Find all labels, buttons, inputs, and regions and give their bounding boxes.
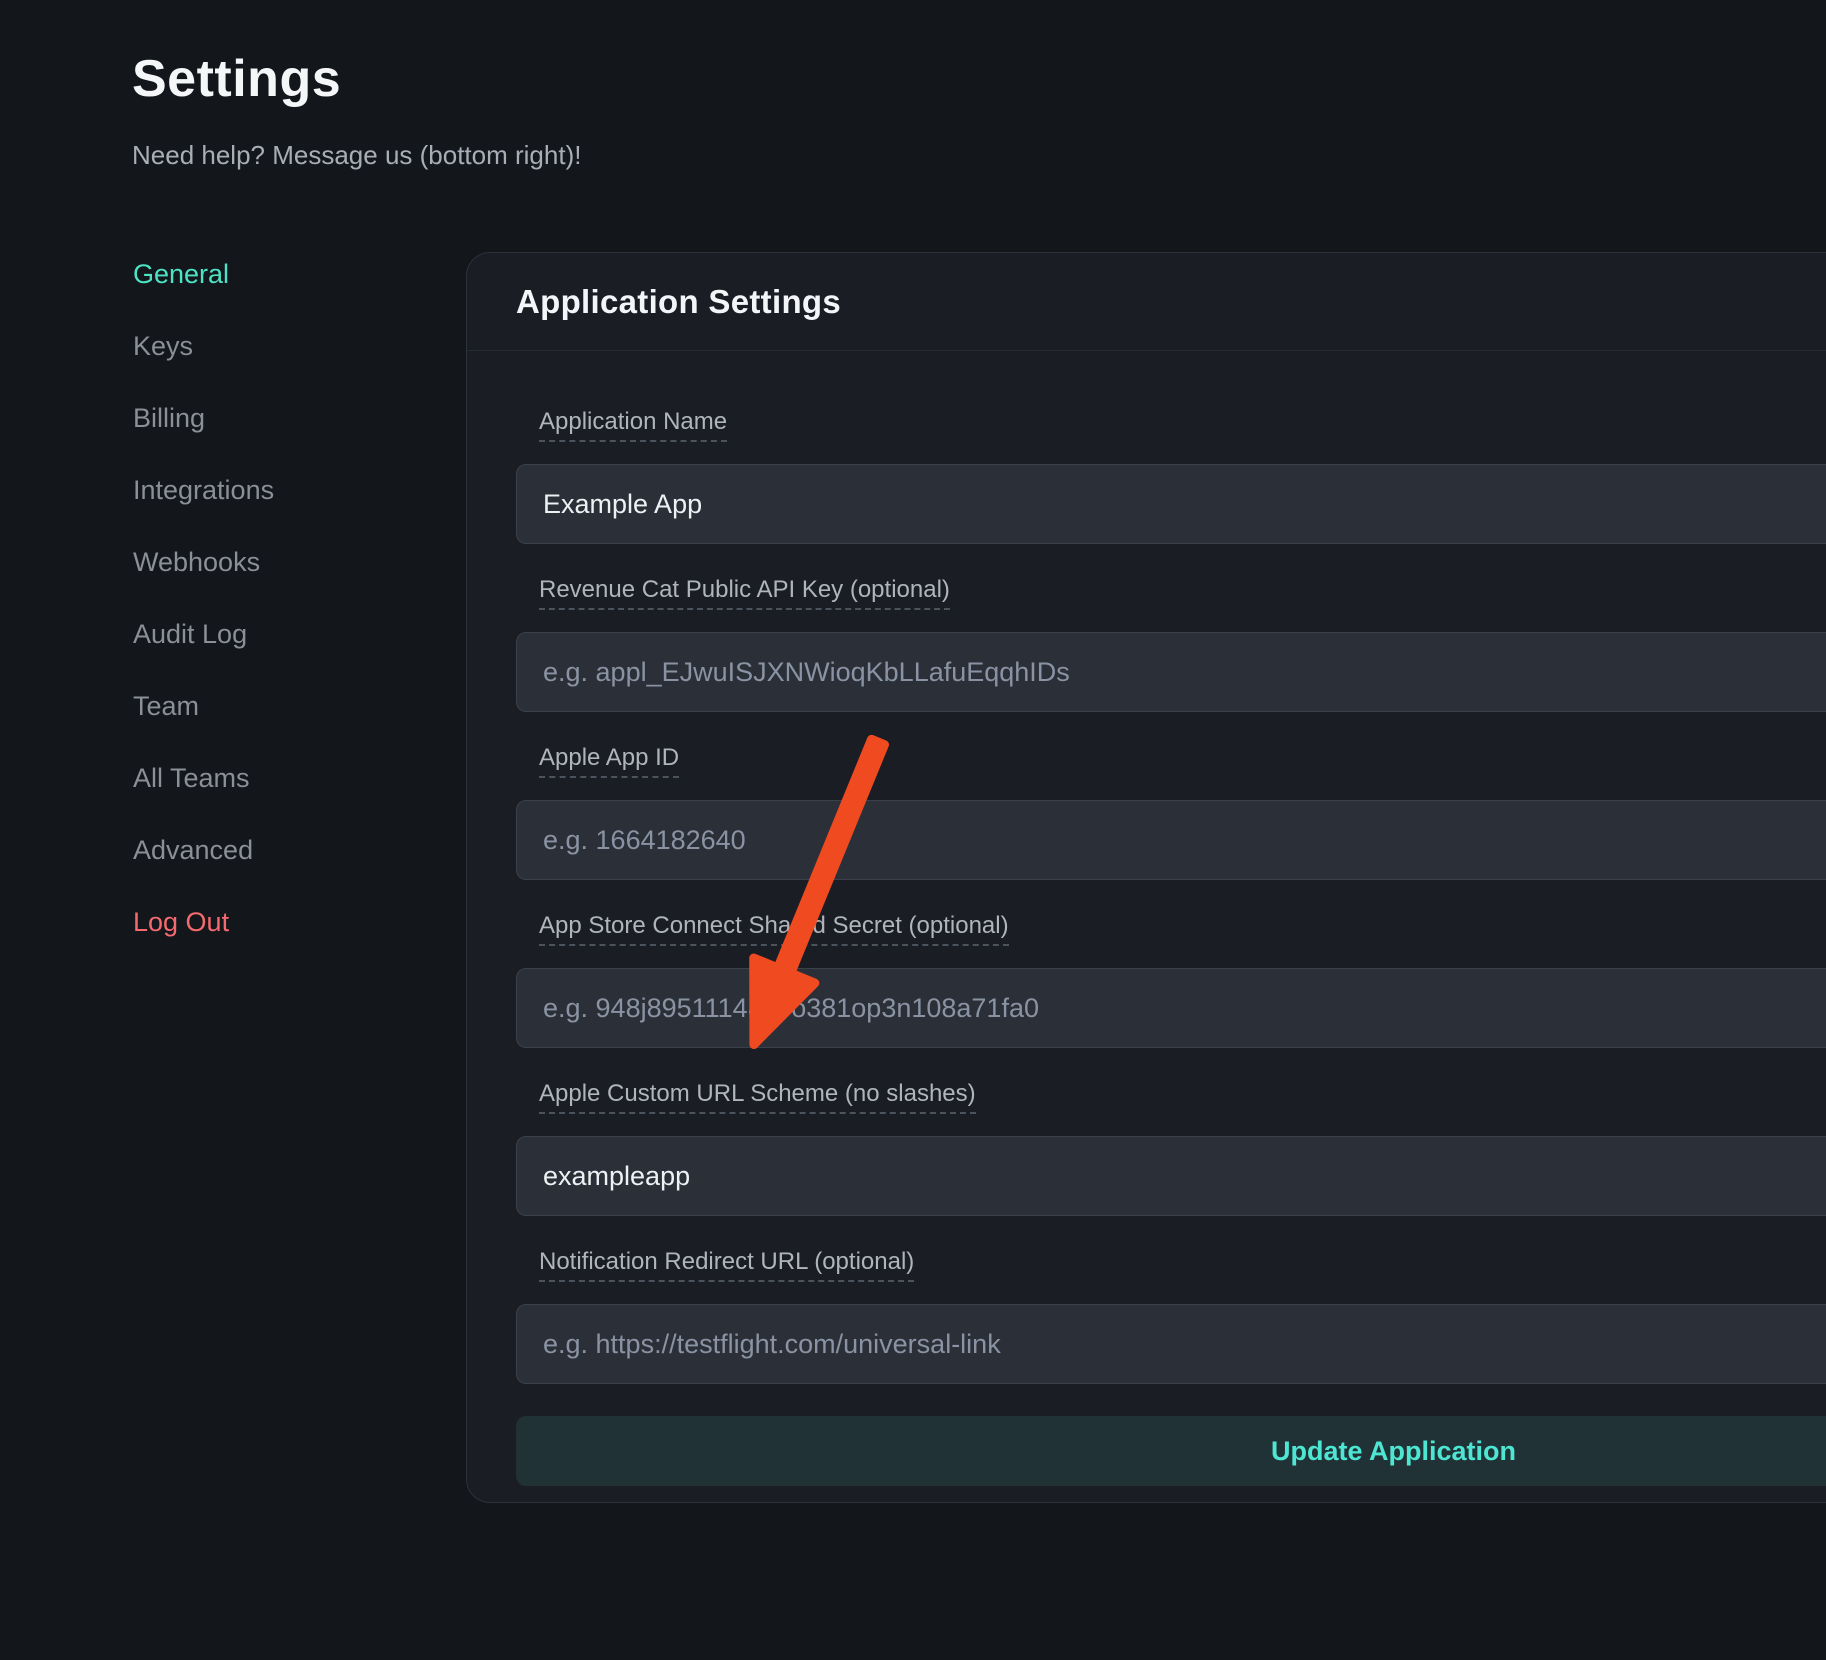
panel-title: Application Settings: [516, 283, 841, 321]
revenuecat-api-key-input[interactable]: [516, 632, 1826, 712]
sidebar-item-all-teams[interactable]: All Teams: [133, 764, 274, 792]
page-subtitle: Need help? Message us (bottom right)!: [132, 140, 581, 170]
notification-redirect-url-label: Notification Redirect URL (optional): [539, 1248, 914, 1282]
application-settings-form: Application Name Revenue Cat Public API …: [467, 351, 1826, 1486]
sidebar-item-billing[interactable]: Billing: [133, 404, 274, 432]
custom-url-scheme-label: Apple Custom URL Scheme (no slashes): [539, 1080, 976, 1114]
sidebar-item-integrations[interactable]: Integrations: [133, 476, 274, 504]
custom-url-scheme-input[interactable]: [516, 1136, 1826, 1216]
application-settings-panel: Application Settings Application Name Re…: [466, 252, 1826, 1503]
page-header: Settings Need help? Message us (bottom r…: [132, 48, 581, 170]
panel-header: Application Settings: [467, 253, 1826, 351]
settings-sidebar: General Keys Billing Integrations Webhoo…: [133, 260, 274, 936]
sidebar-item-team[interactable]: Team: [133, 692, 274, 720]
sidebar-item-audit-log[interactable]: Audit Log: [133, 620, 274, 648]
sidebar-item-keys[interactable]: Keys: [133, 332, 274, 360]
sidebar-item-webhooks[interactable]: Webhooks: [133, 548, 274, 576]
update-application-button[interactable]: Update Application: [516, 1416, 1826, 1486]
apple-app-id-label: Apple App ID: [539, 744, 679, 778]
sidebar-item-advanced[interactable]: Advanced: [133, 836, 274, 864]
notification-redirect-url-input[interactable]: [516, 1304, 1826, 1384]
shared-secret-input[interactable]: [516, 968, 1826, 1048]
page-title: Settings: [132, 48, 581, 110]
application-name-input[interactable]: [516, 464, 1826, 544]
sidebar-item-log-out[interactable]: Log Out: [133, 908, 274, 936]
apple-app-id-input[interactable]: [516, 800, 1826, 880]
application-name-label: Application Name: [539, 408, 727, 442]
sidebar-item-general[interactable]: General: [133, 260, 274, 288]
shared-secret-label: App Store Connect Shared Secret (optiona…: [539, 912, 1009, 946]
revenuecat-api-key-label: Revenue Cat Public API Key (optional): [539, 576, 950, 610]
